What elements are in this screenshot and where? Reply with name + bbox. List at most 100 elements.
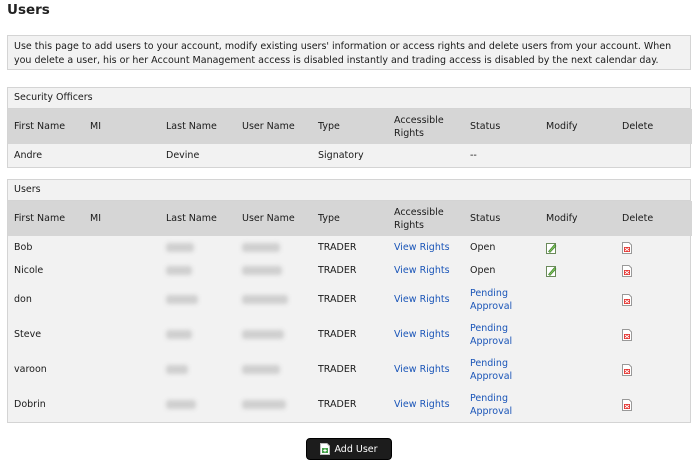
table-row: varoon TRADER View Rights Pending Approva… [8, 352, 692, 387]
column-header-user-name: User Name [236, 201, 312, 236]
table-header-row: First Name MI Last Name User Name Type A… [8, 201, 692, 236]
view-rights-link[interactable]: View Rights [394, 399, 450, 410]
cell-first-name: Steve [14, 329, 42, 340]
edit-icon[interactable] [546, 265, 557, 277]
add-user-label: Add User [334, 444, 378, 455]
status-text: Approval [470, 405, 513, 417]
cell-rights: View Rights [388, 236, 464, 259]
cell-mi [84, 259, 160, 282]
cell-status: -- [470, 150, 477, 161]
redacted-last-name [166, 400, 196, 409]
column-header-status: Status [464, 109, 540, 144]
cell-first-name: Dobrin [14, 399, 46, 410]
cell-type: TRADER [318, 329, 357, 340]
cell-delete [616, 144, 692, 167]
view-rights-link[interactable]: View Rights [394, 294, 450, 305]
cell-status: Pending Approval [464, 282, 540, 317]
column-header-delete: Delete [616, 201, 692, 236]
add-user-icon [320, 442, 331, 455]
table-row: don TRADER View Rights Pending Approval [8, 282, 692, 317]
status-text: Pending [470, 357, 508, 369]
column-header-accessible-rights: Accessible Rights [388, 109, 464, 144]
cell-type: TRADER [318, 294, 357, 305]
cell-modify [540, 352, 616, 387]
cell-status: Pending Approval [464, 352, 540, 387]
delete-icon[interactable] [622, 293, 632, 306]
header-text: Rights [394, 219, 424, 231]
cell-status: Pending Approval [464, 387, 540, 422]
delete-icon[interactable] [622, 398, 632, 411]
status-text: Approval [470, 300, 513, 312]
cell-status: Open [464, 259, 540, 282]
redacted-user-name [242, 266, 282, 275]
column-header-accessible-rights: Accessible Rights [388, 201, 464, 236]
cell-delete [616, 259, 692, 282]
delete-icon[interactable] [622, 241, 632, 254]
view-rights-link[interactable]: View Rights [394, 364, 450, 375]
users-caption: Users [8, 180, 690, 201]
cell-delete [616, 387, 692, 422]
cell-type: TRADER [318, 265, 357, 276]
cell-last-name [160, 259, 236, 282]
status-text: Pending [470, 287, 508, 299]
cell-mi [84, 282, 160, 317]
cell-first-name: Bob [14, 242, 33, 253]
edit-icon[interactable] [546, 242, 557, 254]
delete-icon[interactable] [622, 363, 632, 376]
header-text: Accessible [394, 114, 444, 126]
delete-icon[interactable] [622, 264, 632, 277]
status-text: Pending [470, 322, 508, 334]
view-rights-link[interactable]: View Rights [394, 242, 450, 253]
cell-user-name [236, 259, 312, 282]
cell-modify [540, 259, 616, 282]
page-title: Users [7, 2, 50, 18]
cell-rights: View Rights [388, 352, 464, 387]
header-text: Accessible [394, 206, 444, 218]
cell-type: TRADER [318, 364, 357, 375]
status-text: Approval [470, 370, 513, 382]
delete-icon[interactable] [622, 328, 632, 341]
view-rights-link[interactable]: View Rights [394, 265, 450, 276]
cell-first-name: Andre [14, 150, 43, 161]
status-text: Open [470, 242, 496, 253]
cell-mi [84, 317, 160, 352]
cell-delete [616, 282, 692, 317]
cell-first-name: varoon [14, 364, 47, 375]
cell-last-name [160, 317, 236, 352]
cell-mi [84, 144, 160, 167]
column-header-modify: Modify [540, 201, 616, 236]
cell-modify [540, 317, 616, 352]
cell-status: Open [464, 236, 540, 259]
cell-rights: View Rights [388, 317, 464, 352]
cell-type: TRADER [318, 242, 357, 253]
cell-mi [84, 387, 160, 422]
table-row: Bob TRADER View Rights Open [8, 236, 692, 259]
cell-rights [388, 144, 464, 167]
cell-last-name [160, 352, 236, 387]
cell-rights: View Rights [388, 259, 464, 282]
table-row: Andre Devine Signatory -- [8, 144, 692, 167]
column-header-delete: Delete [616, 109, 692, 144]
cell-user-name [236, 144, 312, 167]
table-row: Steve TRADER View Rights Pending Approval [8, 317, 692, 352]
security-officers-panel: Security Officers First Name MI Last Nam… [7, 87, 692, 168]
cell-first-name: Nicole [14, 265, 44, 276]
cell-type: TRADER [318, 399, 357, 410]
column-header-mi: MI [84, 109, 160, 144]
pending-approval-link[interactable]: Pending Approval [470, 323, 512, 347]
redacted-last-name [166, 365, 188, 374]
cell-rights: View Rights [388, 282, 464, 317]
cell-modify [540, 282, 616, 317]
cell-user-name [236, 352, 312, 387]
info-box: Use this page to add users to your accou… [7, 35, 691, 70]
column-header-first-name: First Name [8, 201, 84, 236]
view-rights-link[interactable]: View Rights [394, 329, 450, 340]
pending-approval-link[interactable]: Pending Approval [470, 358, 512, 382]
column-header-last-name: Last Name [160, 109, 236, 144]
column-header-last-name: Last Name [160, 201, 236, 236]
table-row: Nicole TRADER View Rights Open [8, 259, 692, 282]
pending-approval-link[interactable]: Pending Approval [470, 288, 512, 312]
add-user-button[interactable]: Add User [306, 438, 392, 460]
pending-approval-link[interactable]: Pending Approval [470, 393, 512, 417]
redacted-user-name [242, 365, 280, 374]
